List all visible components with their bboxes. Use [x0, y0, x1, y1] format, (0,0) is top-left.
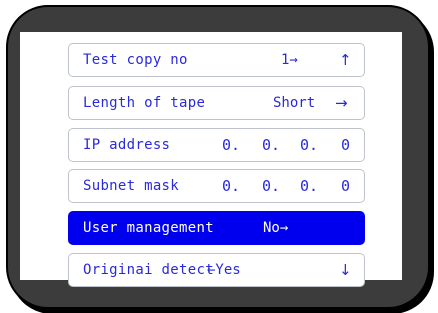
ip-octet-2[interactable]: 0.	[262, 129, 280, 161]
menu-row-ip-address[interactable]: IP address 0. 0. 0. 0	[68, 128, 365, 162]
test-copy-no-value[interactable]: 1→	[281, 44, 298, 76]
test-copy-no-label: Test copy no	[83, 52, 188, 68]
subnet-octet-1[interactable]: 0.	[222, 170, 240, 202]
menu-row-test-copy-no[interactable]: Test copy no 1→ ↑	[68, 43, 365, 77]
ip-octet-3[interactable]: 0.	[300, 129, 318, 161]
subnet-octet-4[interactable]: 0	[341, 170, 350, 202]
menu-row-subnet-mask[interactable]: Subnet mask 0. 0. 0. 0	[68, 169, 365, 203]
menu-row-user-management[interactable]: User management No→	[68, 211, 365, 245]
length-of-tape-label: Length of tape	[83, 95, 206, 111]
user-management-value[interactable]: No→	[263, 212, 288, 244]
subnet-mask-label: Subnet mask	[83, 178, 180, 194]
original-detect-label: Originai detect	[83, 262, 214, 278]
subnet-octet-2[interactable]: 0.	[262, 170, 280, 202]
ip-octet-4[interactable]: 0	[341, 129, 350, 161]
menu-row-length-of-tape[interactable]: Length of tape Short →	[68, 86, 365, 120]
scroll-down-arrow-icon[interactable]: ↓	[339, 254, 352, 286]
arrow-right-icon[interactable]: →	[335, 87, 348, 119]
ip-address-label: IP address	[83, 137, 171, 153]
ip-octet-1[interactable]: 0.	[222, 129, 240, 161]
menu-row-original-detect[interactable]: Originai detect ←Yes ↓	[68, 253, 365, 287]
original-detect-value[interactable]: ←Yes	[207, 254, 241, 286]
scroll-up-arrow-icon[interactable]: ↑	[339, 44, 352, 76]
subnet-octet-3[interactable]: 0.	[300, 170, 318, 202]
length-of-tape-value[interactable]: Short	[273, 87, 315, 119]
user-management-label: User management	[83, 220, 214, 236]
